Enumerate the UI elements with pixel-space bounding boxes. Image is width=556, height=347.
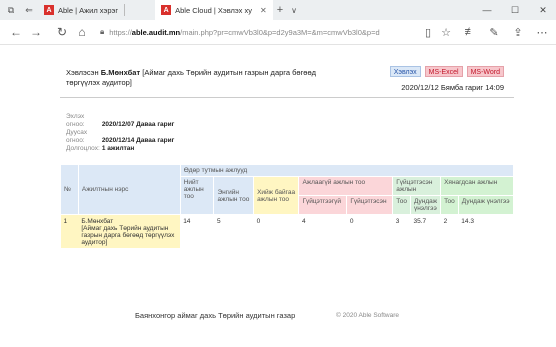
col-no-header: № [60, 164, 79, 215]
url-prefix: https:// [109, 27, 132, 37]
pen-icon[interactable]: ✎ [484, 22, 504, 42]
cell-done-u: 0 [349, 218, 354, 225]
info-count: Долгоцлох: 1 ажилтан [66, 145, 174, 153]
able-favicon: A [44, 5, 54, 15]
info-value: 1 ажилтан [101, 145, 135, 152]
cell-not-done[interactable]: 4 [299, 215, 347, 249]
col-done-sub1: Тоо [392, 195, 411, 215]
cell-no: 1 [60, 214, 79, 248]
cell-done-avg: 35.7 [413, 218, 427, 225]
col-urgent-header: Ажлаагүй ажлын тоо [298, 176, 394, 196]
col-total-header: Нийт ажлын тоо [179, 176, 215, 215]
excel-button[interactable]: MS-Excel [424, 66, 463, 77]
report-table: № Ажилтнын нэрс Өдөр тутмын ажлууд Нийт … [60, 164, 515, 249]
able-favicon: A [161, 5, 172, 15]
tab-able-cloud[interactable]: A Able Cloud | Хэвлэх ху ✕ [155, 0, 273, 20]
col-normal-header: Энгийн ажлын тоо [213, 176, 255, 215]
refresh-icon[interactable]: ↻ [52, 22, 72, 42]
title-name: Б.Мөнхбат [100, 68, 141, 77]
info-key: Эхлэх огноо: [66, 113, 85, 128]
tab-list-button[interactable]: ∨ [287, 0, 301, 20]
lock-icon: 🔒︎ [100, 27, 105, 36]
maximize-icon[interactable]: ☐ [502, 0, 528, 20]
report-title: Хэвлэсэн Б.Мөнхбат [Аймаг дахь Төрийн ау… [66, 68, 326, 88]
col-done-sub2: Дундаж үнэлгээ [409, 195, 442, 215]
navigation-bar: ← → ↻ ⌂ 🔒︎ https://able.audit.mn/main.ph… [0, 20, 556, 45]
url-path: /main.php?pr=cmwVb3l0&p=d2y9a3M=&m=cmwVb… [180, 27, 380, 37]
more-icon[interactable]: ⋯ [532, 22, 552, 42]
info-key: Долгоцлох: [66, 145, 100, 152]
tab-actions-icon[interactable]: ⧉ [4, 3, 18, 17]
tab-title: Able | Ажил хэрэг [58, 5, 119, 15]
cell-done-count[interactable]: 3 [393, 215, 411, 249]
minimize-icon[interactable]: — [474, 0, 500, 20]
title-prefix: Хэвлэсэн [66, 68, 99, 77]
print-button[interactable]: Хэвлэх [389, 66, 421, 77]
info-key: Дуусах огноо: [66, 129, 88, 144]
close-tab-icon[interactable]: ✕ [260, 6, 267, 15]
cell-normal[interactable]: 5 [214, 215, 254, 249]
tab-able-work[interactable]: A Able | Ажил хэрэг [38, 0, 124, 20]
cell-checked-avg: 14.3 [461, 218, 474, 225]
favorite-star-icon[interactable]: ☆ [436, 22, 456, 42]
new-tab-button[interactable]: + [273, 0, 287, 20]
col-checked-header: Хянагдсан ажлын [440, 176, 514, 196]
cell-employee: Б.Мөнхбат [Аймаг дахь Төрийн аудитын газ… [78, 214, 181, 248]
footer-copyright: © 2020 Able Software [336, 312, 399, 319]
table-header-row: № Ажилтнын нэрс Өдөр тутмын ажлууд [60, 164, 515, 215]
tab-back-icon[interactable]: ⇐ [22, 3, 36, 17]
tab-strip: ⧉ ⇐ A Able | Ажил хэрэг A Able Cloud | Х… [0, 0, 556, 20]
table-row: 1 Б.Мөнхбат [Аймаг дахь Төрийн аудитын г… [60, 214, 514, 249]
info-value: 2020/12/07 Даваа гариг [101, 121, 175, 128]
report-info: Эхлэх огноо: 2020/12/07 Даваа гариг Дуус… [66, 113, 174, 153]
cell-overdue: 0 [256, 218, 261, 225]
info-end: Дуусах огноо: 2020/12/14 Даваа гариг [66, 129, 174, 145]
footer-org: Баянхонгор аймаг дахь Төрийн аудитын газ… [135, 311, 296, 320]
col-urgent-sub1: Гүйцэтгээгүй [298, 195, 348, 215]
group-header: Өдөр тутмын ажлууд [179, 164, 515, 177]
share-icon[interactable]: ⇪ [508, 22, 528, 42]
tab-title: Able Cloud | Хэвлэх ху [175, 5, 253, 15]
employee-name[interactable]: Б.Мөнхбат [81, 218, 177, 225]
col-checked-sub1: Тоо [440, 195, 459, 215]
col-urgent-sub2: Гүйцэтгэсэн [346, 195, 394, 215]
forward-arrow-icon[interactable]: → [26, 22, 46, 42]
favorites-icon[interactable]: ≢ [460, 22, 480, 42]
reading-view-icon[interactable]: ▯ [418, 22, 438, 42]
report-header: Хэвлэсэн Б.Мөнхбат [Аймаг дахь Төрийн ау… [60, 46, 514, 98]
address-bar[interactable]: 🔒︎ https://able.audit.mn/main.php?pr=cmw… [100, 23, 422, 41]
export-buttons: Хэвлэх MS-Excel MS-Word [389, 66, 504, 77]
tab-divider [124, 4, 126, 16]
page-content: Хэвлэсэн Б.Мөнхбат [Аймаг дахь Төрийн ау… [0, 46, 556, 347]
col-checked-sub2: Дундаж үнэлгээ [457, 195, 515, 215]
info-value: 2020/12/14 Даваа гариг [101, 137, 175, 144]
home-icon[interactable]: ⌂ [72, 22, 92, 42]
back-arrow-icon[interactable]: ← [6, 22, 26, 42]
employee-position: [Аймаг дахь Төрийн аудитын газрын дарга … [81, 225, 175, 246]
info-start: Эхлэх огноо: 2020/12/07 Даваа гариг [66, 113, 174, 129]
col-overdue-header: Хийж байгаа ажлын тоо [253, 176, 300, 215]
close-window-icon[interactable]: ✕ [530, 0, 556, 20]
cell-checked-count[interactable]: 2 [441, 215, 459, 249]
cell-total[interactable]: 14 [180, 215, 214, 249]
word-button[interactable]: MS-Word [466, 66, 504, 77]
url-host: able.audit.mn [131, 27, 181, 37]
col-done-header: Гүйцэтгэсэн ажлын [392, 176, 442, 196]
printed-date: 2020/12/12 Бямба гариг 14:09 [401, 83, 504, 92]
col-employee-header: Ажилтнын нэрс [77, 164, 181, 215]
